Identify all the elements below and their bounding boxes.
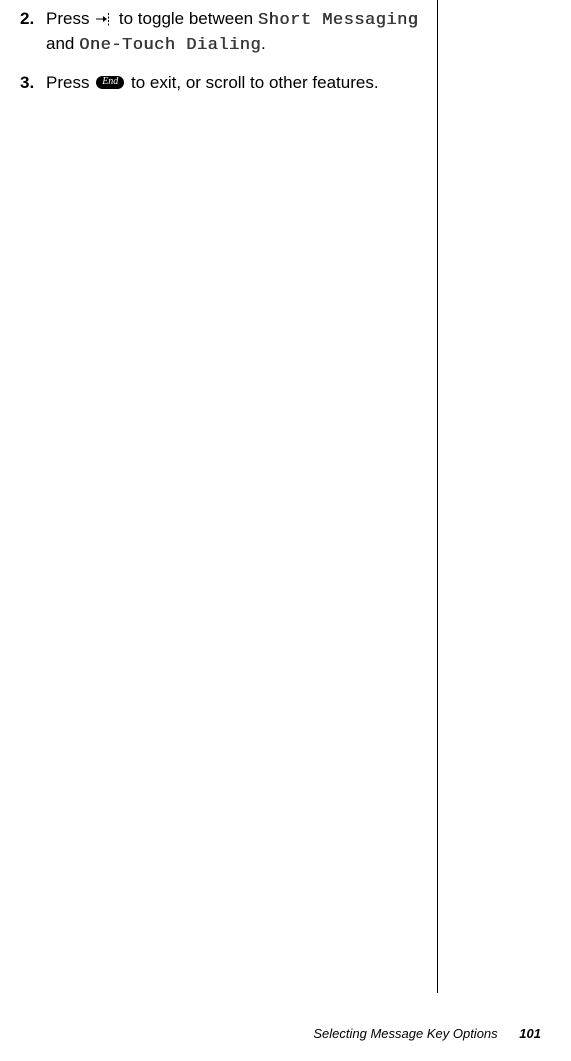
ocr-text-short-messaging: Short Messaging	[258, 11, 419, 30]
step-number: 3.	[20, 72, 46, 95]
step-text: .	[261, 34, 266, 53]
ocr-text-one-touch-dialing: One-Touch Dialing	[79, 36, 261, 55]
step-3: 3. Press End to exit, or scroll to other…	[20, 72, 430, 95]
page-footer: Selecting Message Key Options 101	[313, 1026, 541, 1041]
footer-page-number: 101	[519, 1026, 541, 1041]
step-number: 2.	[20, 8, 46, 58]
step-text: and	[46, 34, 79, 53]
step-body: Press End to exit, or scroll to other fe…	[46, 72, 430, 95]
step-text: Press	[46, 73, 94, 92]
step-text: to exit, or scroll to other features.	[126, 73, 378, 92]
step-2: 2. Press to toggle between Short Messagi…	[20, 8, 430, 58]
end-key-icon: End	[96, 76, 124, 89]
footer-section-title: Selecting Message Key Options	[313, 1026, 497, 1041]
step-body: Press to toggle between Short Messaging …	[46, 8, 430, 58]
content-column: 2. Press to toggle between Short Messagi…	[20, 8, 430, 95]
joystick-right-icon	[95, 12, 113, 27]
page-container: 2. Press to toggle between Short Messagi…	[0, 0, 571, 1061]
step-text: Press	[46, 9, 94, 28]
step-text: to toggle between	[114, 9, 258, 28]
column-divider	[437, 0, 438, 993]
